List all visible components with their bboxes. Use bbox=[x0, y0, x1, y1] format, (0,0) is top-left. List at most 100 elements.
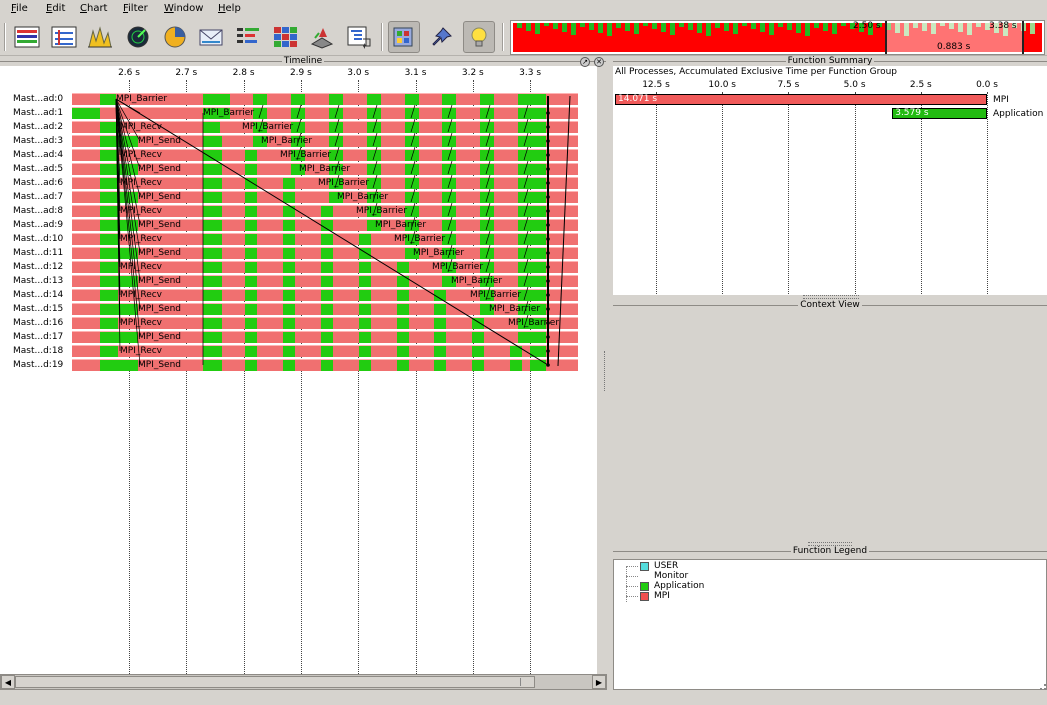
grouping-filter-button[interactable] bbox=[388, 21, 420, 53]
application-segment[interactable] bbox=[442, 205, 456, 217]
application-segment[interactable] bbox=[359, 331, 371, 343]
application-segment[interactable] bbox=[245, 219, 257, 231]
application-segment[interactable] bbox=[245, 261, 257, 273]
application-segment[interactable] bbox=[100, 191, 138, 203]
application-segment[interactable] bbox=[100, 233, 118, 245]
application-segment[interactable] bbox=[530, 107, 546, 119]
application-segment[interactable] bbox=[245, 177, 257, 189]
message-summary-button[interactable] bbox=[195, 21, 227, 53]
application-segment[interactable] bbox=[245, 233, 257, 245]
application-segment[interactable] bbox=[359, 233, 371, 245]
resize-grip[interactable] bbox=[1040, 684, 1046, 690]
application-segment[interactable] bbox=[530, 93, 546, 105]
application-segment[interactable] bbox=[100, 303, 138, 315]
application-segment[interactable] bbox=[442, 219, 456, 231]
application-segment[interactable] bbox=[359, 275, 371, 287]
application-segment[interactable] bbox=[397, 359, 409, 371]
application-segment[interactable] bbox=[100, 261, 118, 273]
application-segment[interactable] bbox=[397, 275, 409, 287]
application-segment[interactable] bbox=[472, 317, 484, 329]
application-segment[interactable] bbox=[405, 93, 419, 105]
application-segment[interactable] bbox=[397, 289, 409, 301]
application-segment[interactable] bbox=[367, 177, 381, 189]
process-label[interactable]: Mast...ad:5 bbox=[13, 162, 63, 176]
lightbulb-button[interactable] bbox=[463, 21, 495, 53]
application-segment[interactable] bbox=[100, 289, 118, 301]
application-segment[interactable] bbox=[367, 107, 381, 119]
application-segment[interactable] bbox=[100, 93, 116, 105]
application-segment[interactable] bbox=[442, 191, 456, 203]
communication-matrix-button[interactable] bbox=[269, 21, 301, 53]
application-segment[interactable] bbox=[480, 219, 494, 231]
application-segment[interactable] bbox=[216, 93, 230, 105]
process-label[interactable]: Mast...ad:3 bbox=[13, 134, 63, 148]
process-label[interactable]: Mast...ad:8 bbox=[13, 204, 63, 218]
process-label[interactable]: Mast...ad:1 bbox=[13, 106, 63, 120]
application-segment[interactable] bbox=[434, 317, 446, 329]
application-segment[interactable] bbox=[472, 345, 484, 357]
application-segment[interactable] bbox=[530, 163, 546, 175]
menu-filter[interactable]: Filter bbox=[123, 3, 148, 14]
application-segment[interactable] bbox=[208, 275, 220, 287]
application-segment[interactable] bbox=[100, 135, 138, 147]
application-segment[interactable] bbox=[100, 219, 138, 231]
process-summary-button[interactable] bbox=[232, 21, 264, 53]
process-label[interactable]: Mast...ad:0 bbox=[13, 92, 63, 106]
application-segment[interactable] bbox=[208, 163, 220, 175]
application-segment[interactable] bbox=[208, 191, 220, 203]
menu-chart[interactable]: Chart bbox=[80, 3, 107, 14]
application-segment[interactable] bbox=[329, 135, 343, 147]
application-segment[interactable] bbox=[321, 275, 333, 287]
pin-button[interactable] bbox=[426, 21, 458, 53]
application-segment[interactable] bbox=[100, 163, 138, 175]
application-segment[interactable] bbox=[359, 247, 371, 259]
application-segment[interactable] bbox=[100, 345, 118, 357]
application-segment[interactable] bbox=[472, 331, 484, 343]
application-segment[interactable] bbox=[480, 163, 494, 175]
application-segment[interactable] bbox=[480, 149, 494, 161]
application-segment[interactable] bbox=[530, 121, 546, 133]
application-segment[interactable] bbox=[442, 177, 456, 189]
legend-item-user[interactable]: USER bbox=[640, 561, 678, 571]
legend-item-monitor[interactable]: Monitor bbox=[640, 571, 688, 581]
application-segment[interactable] bbox=[245, 275, 257, 287]
scroll-left-icon[interactable]: ◀ bbox=[1, 675, 15, 689]
overview-selection-handle[interactable] bbox=[1022, 21, 1024, 54]
application-segment[interactable] bbox=[480, 93, 494, 105]
application-segment[interactable] bbox=[208, 177, 220, 189]
application-segment[interactable] bbox=[283, 247, 295, 259]
application-segment[interactable] bbox=[100, 331, 138, 343]
application-segment[interactable] bbox=[405, 121, 419, 133]
application-segment[interactable] bbox=[100, 275, 138, 287]
application-segment[interactable] bbox=[530, 331, 546, 343]
application-segment[interactable] bbox=[480, 177, 494, 189]
application-segment[interactable] bbox=[434, 303, 446, 315]
application-segment[interactable] bbox=[530, 359, 546, 371]
process-label[interactable]: Mast...d:10 bbox=[13, 232, 63, 246]
application-segment[interactable] bbox=[480, 107, 494, 119]
application-segment[interactable] bbox=[283, 275, 295, 287]
application-segment[interactable] bbox=[480, 121, 494, 133]
application-segment[interactable] bbox=[245, 331, 257, 343]
application-segment[interactable] bbox=[510, 359, 522, 371]
application-segment[interactable] bbox=[367, 135, 381, 147]
application-segment[interactable] bbox=[359, 261, 371, 273]
application-segment[interactable] bbox=[283, 261, 295, 273]
application-segment[interactable] bbox=[291, 121, 305, 133]
application-segment[interactable] bbox=[510, 345, 522, 357]
application-segment[interactable] bbox=[367, 93, 381, 105]
application-segment[interactable] bbox=[442, 121, 456, 133]
application-segment[interactable] bbox=[208, 149, 220, 161]
application-segment[interactable] bbox=[530, 135, 546, 147]
application-segment[interactable] bbox=[480, 135, 494, 147]
process-label[interactable]: Mast...d:12 bbox=[13, 260, 63, 274]
application-segment[interactable] bbox=[72, 107, 100, 119]
application-segment[interactable] bbox=[405, 163, 419, 175]
application-segment[interactable] bbox=[208, 289, 220, 301]
application-segment[interactable] bbox=[245, 345, 257, 357]
application-segment[interactable] bbox=[208, 345, 220, 357]
application-segment[interactable] bbox=[472, 359, 484, 371]
application-segment[interactable] bbox=[530, 261, 546, 273]
application-segment[interactable] bbox=[442, 93, 456, 105]
application-segment[interactable] bbox=[329, 107, 343, 119]
